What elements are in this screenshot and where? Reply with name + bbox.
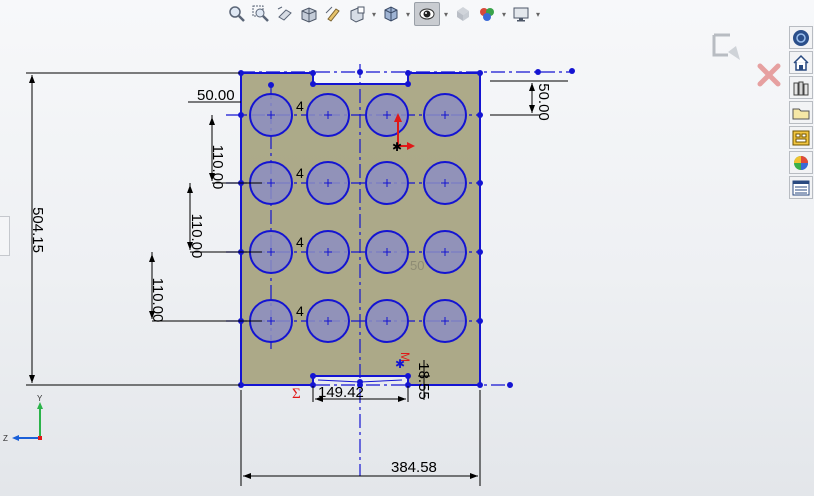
dimension-overall-width[interactable]: 384.58 <box>391 459 437 476</box>
sketch-point[interactable] <box>405 70 411 76</box>
sketch-point[interactable] <box>310 70 316 76</box>
sketch-point[interactable] <box>507 382 513 388</box>
dimension-row-spacing-3[interactable]: 110.00 <box>149 278 166 323</box>
sketch-point[interactable] <box>535 69 541 75</box>
dimension-overall-height[interactable]: 504.15 <box>29 207 46 253</box>
dimension-slot-width[interactable]: 149.42 <box>318 384 364 401</box>
sketch-point[interactable] <box>357 69 363 75</box>
sketch-point[interactable] <box>477 180 483 186</box>
instance-count-label[interactable]: 4 <box>296 165 304 181</box>
sketch-point[interactable] <box>268 82 274 88</box>
sketch-point[interactable] <box>477 112 483 118</box>
sketch-point-marker-icon[interactable]: ✱ <box>395 357 405 371</box>
sketch-graphics-area[interactable]: 504.15 384.58 50.00 50.00 110.00 110.00 … <box>0 0 814 496</box>
dimension-row-spacing-1[interactable]: 110.00 <box>209 145 226 190</box>
dimension-hidden: 50 <box>410 258 424 273</box>
sketch-point[interactable] <box>477 249 483 255</box>
sketch-point[interactable] <box>477 70 483 76</box>
dimension-left-offset[interactable]: 50.00 <box>197 87 235 104</box>
triad-z-label: Z <box>3 434 8 443</box>
symmetric-relation-icon[interactable]: Σ <box>292 386 301 402</box>
dimension-slot-depth[interactable]: 18.55 <box>415 362 432 400</box>
svg-text:✱: ✱ <box>392 140 402 154</box>
sketch-point[interactable] <box>569 68 575 74</box>
sketch-point[interactable] <box>477 318 483 324</box>
instance-count-label[interactable]: 4 <box>296 234 304 250</box>
sketch-point[interactable] <box>477 382 483 388</box>
sketch-point[interactable] <box>238 112 244 118</box>
triad-y-label: Y <box>37 394 43 403</box>
sketch-point[interactable] <box>405 373 411 379</box>
sketch-point[interactable] <box>310 373 316 379</box>
instance-count-label[interactable]: 4 <box>296 98 304 114</box>
dimension-row-spacing-2[interactable]: 110.00 <box>188 214 205 259</box>
sketch-point[interactable] <box>310 81 316 87</box>
sketch-point[interactable] <box>405 81 411 87</box>
dimension-top-offset[interactable]: 50.00 <box>535 83 552 121</box>
instance-count-label[interactable]: 4 <box>296 303 304 319</box>
reference-triad: Y Z <box>0 392 60 444</box>
